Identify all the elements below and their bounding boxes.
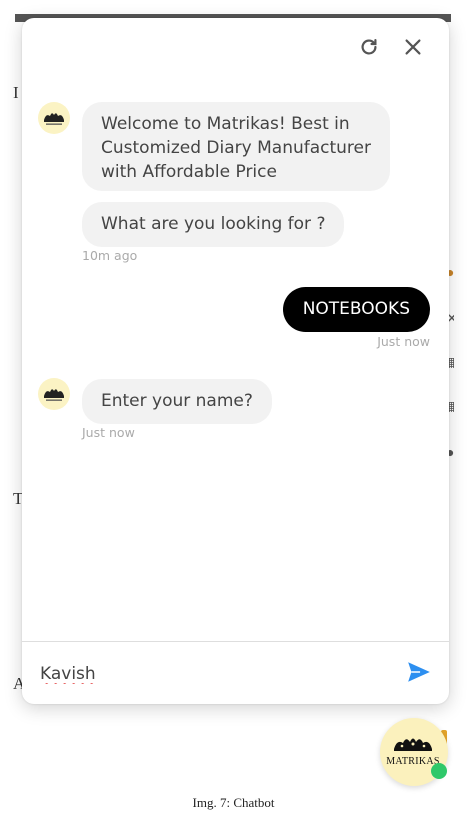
refresh-icon[interactable] bbox=[356, 34, 382, 60]
bot-question-timestamp: 10m ago bbox=[82, 248, 138, 263]
bot-avatar bbox=[38, 102, 70, 134]
bot-question-bubble: What are you looking for ? bbox=[82, 202, 345, 247]
matrikas-logo-icon bbox=[44, 113, 64, 125]
message-input[interactable] bbox=[40, 660, 380, 688]
user-reply-bubble: NOTEBOOKS bbox=[282, 287, 430, 332]
bot-welcome-bubble: Welcome to Matrikas! Best in Customized … bbox=[82, 102, 390, 191]
matrikas-logo-icon bbox=[44, 389, 64, 401]
send-icon bbox=[408, 662, 430, 682]
bot-avatar bbox=[38, 378, 70, 410]
user-reply-timestamp: Just now bbox=[377, 334, 430, 349]
bot-welcome-line: Welcome to Matrikas! Best in bbox=[101, 114, 350, 134]
close-icon[interactable] bbox=[400, 34, 426, 60]
chat-window: Welcome to Matrikas! Best in Customized … bbox=[22, 18, 449, 704]
bot-welcome-line: with Affordable Price bbox=[101, 162, 277, 182]
bot-welcome-line: Customized Diary Manufacturer bbox=[101, 138, 371, 158]
background-text-fragment: I bbox=[13, 83, 19, 102]
bot-name-prompt-timestamp: Just now bbox=[82, 425, 135, 440]
figure-caption: Img. 7: Chatbot bbox=[192, 795, 275, 810]
online-status-dot bbox=[431, 763, 447, 779]
matrikas-logo-icon bbox=[394, 738, 432, 751]
message-composer bbox=[22, 641, 449, 704]
send-button[interactable] bbox=[404, 657, 434, 687]
bot-name-prompt-bubble: Enter your name? bbox=[82, 379, 272, 424]
